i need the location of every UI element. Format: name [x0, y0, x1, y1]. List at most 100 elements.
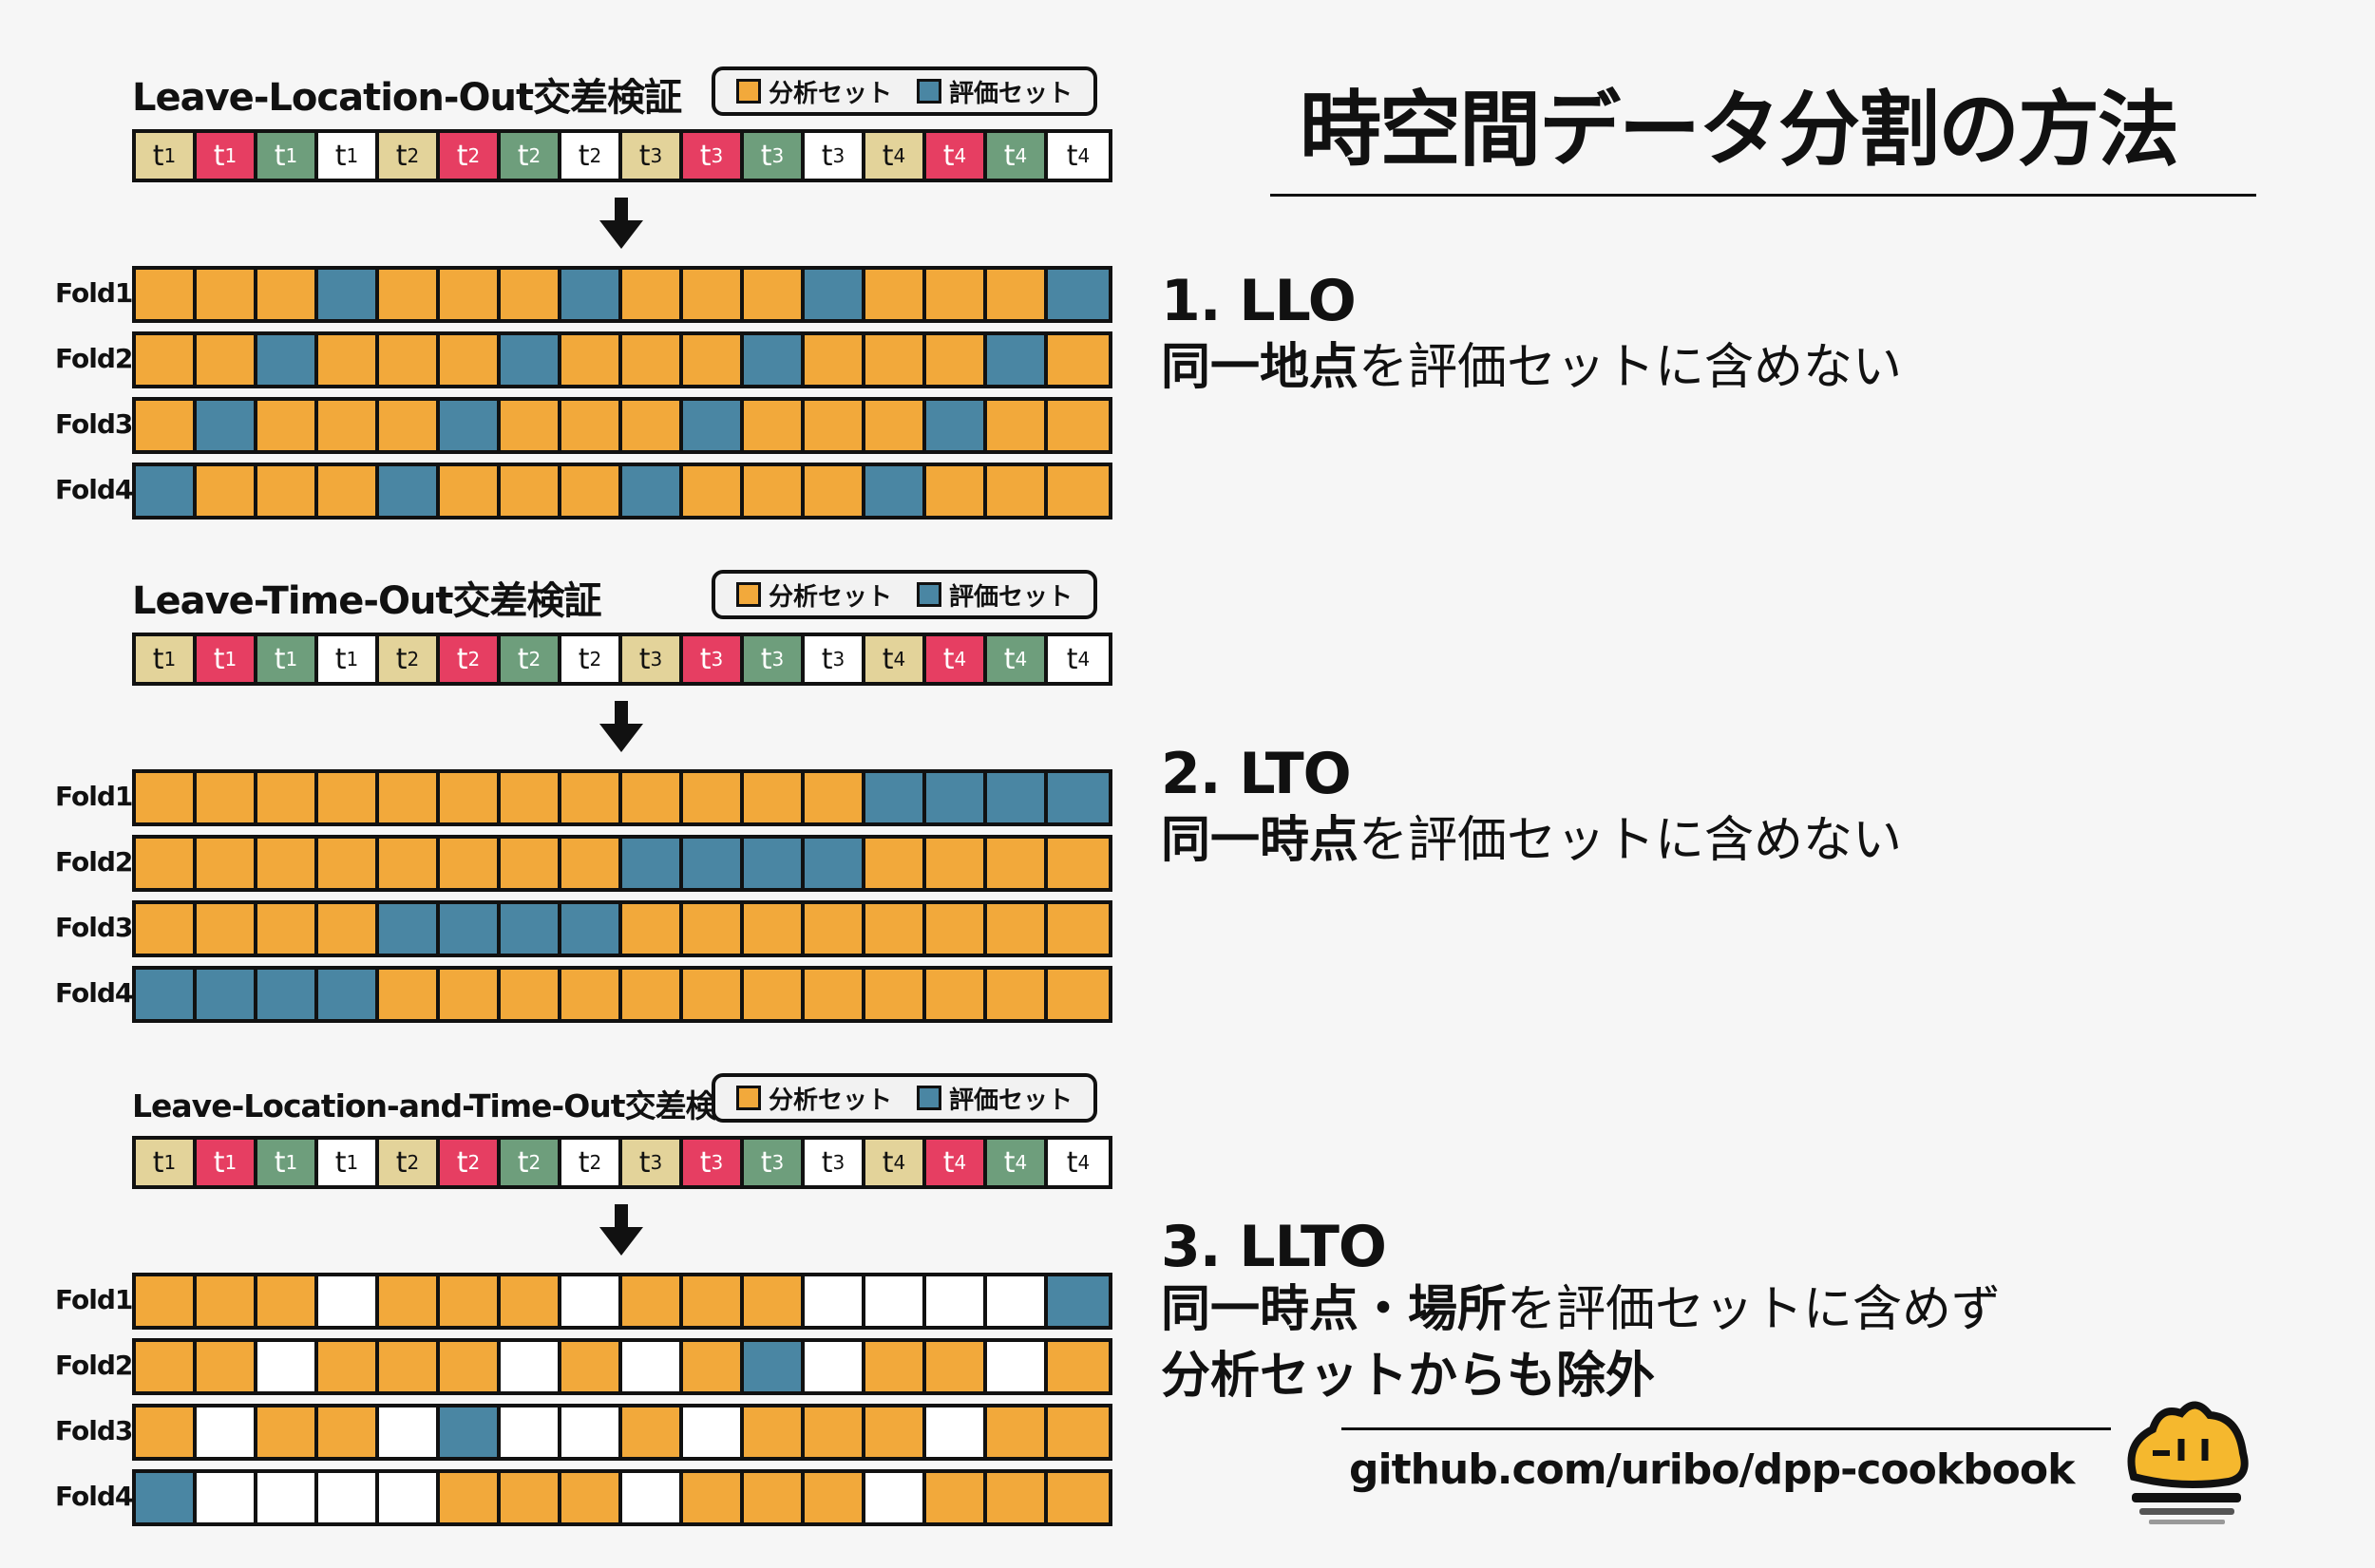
time-label: t — [274, 139, 286, 173]
time-subscript: 4 — [1015, 144, 1028, 167]
time-subscript: 1 — [285, 1151, 298, 1174]
time-cell: t3 — [683, 636, 744, 682]
llo-fold-row — [132, 463, 1112, 520]
analysis-cell — [257, 839, 318, 888]
time-subscript: 2 — [528, 648, 542, 671]
time-label: t — [213, 139, 225, 173]
analysis-cell — [987, 270, 1048, 319]
analysis-cell — [440, 466, 501, 516]
fold-label: Fold3 — [55, 408, 133, 440]
time-label: t — [821, 139, 833, 173]
time-subscript: 3 — [771, 144, 785, 167]
lto-description: 同一時点を評価セットに含めない — [1161, 807, 1902, 874]
time-cell: t2 — [561, 636, 622, 682]
llto-heading: 3. LLTO — [1161, 1214, 1387, 1280]
time-label: t — [638, 642, 651, 676]
evaluation-cell — [136, 970, 197, 1019]
excluded-cell — [318, 1473, 379, 1522]
time-cell: t2 — [379, 133, 440, 179]
analysis-cell — [744, 1276, 805, 1326]
time-subscript: 3 — [832, 648, 846, 671]
time-cell: t2 — [561, 1140, 622, 1185]
time-subscript: 1 — [224, 648, 238, 671]
time-label: t — [395, 642, 408, 676]
evaluation-cell — [1048, 1276, 1109, 1326]
analysis-cell — [987, 466, 1048, 516]
time-cell: t3 — [622, 636, 683, 682]
time-cell: t2 — [501, 1140, 561, 1185]
time-cell: t2 — [501, 133, 561, 179]
llto-section-title: Leave-Location-and-Time-Out交差検証 — [132, 1087, 748, 1124]
analysis-cell — [440, 335, 501, 385]
evaluation-cell — [197, 970, 257, 1019]
time-subscript: 1 — [346, 144, 359, 167]
time-subscript: 2 — [467, 648, 481, 671]
time-label: t — [456, 139, 468, 173]
time-cell: t3 — [744, 133, 805, 179]
footer-link[interactable]: github.com/uribo/dpp-cookbook — [1349, 1445, 2075, 1494]
llo-time-row: t1t1t1t1t2t2t2t2t3t3t3t3t4t4t4t4 — [132, 129, 1112, 182]
excluded-cell — [379, 1473, 440, 1522]
evaluation-cell — [379, 904, 440, 954]
legend-swatch-analysis — [736, 582, 761, 607]
time-subscript: 3 — [711, 648, 724, 671]
analysis-cell — [318, 466, 379, 516]
time-subscript: 1 — [346, 648, 359, 671]
analysis-cell — [683, 970, 744, 1019]
time-cell: t2 — [561, 133, 622, 179]
time-subscript: 3 — [711, 1151, 724, 1174]
analysis-cell — [805, 1473, 865, 1522]
evaluation-cell — [197, 401, 257, 450]
time-cell: t3 — [683, 1140, 744, 1185]
time-label: t — [152, 139, 164, 173]
time-subscript: 4 — [893, 144, 906, 167]
fold-label: Fold4 — [55, 474, 133, 505]
analysis-cell — [379, 401, 440, 450]
analysis-cell — [440, 773, 501, 822]
analysis-cell — [805, 904, 865, 954]
down-arrow-icon — [599, 198, 643, 251]
analysis-cell — [622, 1276, 683, 1326]
time-label: t — [152, 1145, 164, 1180]
lto-desc-bold: 同一時点 — [1161, 812, 1359, 869]
time-label: t — [274, 1145, 286, 1180]
analysis-cell — [1048, 1473, 1109, 1522]
time-label: t — [942, 642, 955, 676]
time-cell: t1 — [318, 1140, 379, 1185]
analysis-cell — [865, 270, 926, 319]
excluded-cell — [865, 1473, 926, 1522]
llo-section-title: Leave-Location-Out交差検証 — [132, 76, 682, 120]
analysis-cell — [561, 401, 622, 450]
time-label: t — [638, 1145, 651, 1180]
time-subscript: 1 — [163, 144, 177, 167]
evaluation-cell — [683, 401, 744, 450]
excluded-cell — [501, 1342, 561, 1391]
time-cell: t2 — [440, 636, 501, 682]
time-cell: t1 — [257, 636, 318, 682]
time-cell: t4 — [926, 1140, 987, 1185]
legend-item-evaluation: 評価セット — [917, 577, 1073, 613]
time-subscript: 3 — [832, 1151, 846, 1174]
analysis-cell — [1048, 401, 1109, 450]
analysis-cell — [136, 335, 197, 385]
analysis-cell — [257, 270, 318, 319]
time-cell: t1 — [197, 133, 257, 179]
analysis-cell — [197, 773, 257, 822]
llto-description-line2: 分析セットからも除外 — [1161, 1343, 1655, 1409]
evaluation-cell — [926, 773, 987, 822]
fold-label: Fold2 — [55, 343, 133, 374]
evaluation-cell — [683, 839, 744, 888]
analysis-cell — [136, 1342, 197, 1391]
time-cell: t3 — [683, 133, 744, 179]
time-subscript: 1 — [346, 1151, 359, 1174]
evaluation-cell — [1048, 773, 1109, 822]
time-label: t — [334, 642, 347, 676]
time-label: t — [213, 1145, 225, 1180]
time-label: t — [1003, 642, 1016, 676]
llto-desc-line2: 分析セットからも除外 — [1161, 1348, 1656, 1405]
legend-label-analysis: 分析セット — [769, 1086, 893, 1115]
evaluation-cell — [136, 1473, 197, 1522]
analysis-cell — [318, 839, 379, 888]
analysis-cell — [865, 1407, 926, 1457]
analysis-cell — [683, 1473, 744, 1522]
